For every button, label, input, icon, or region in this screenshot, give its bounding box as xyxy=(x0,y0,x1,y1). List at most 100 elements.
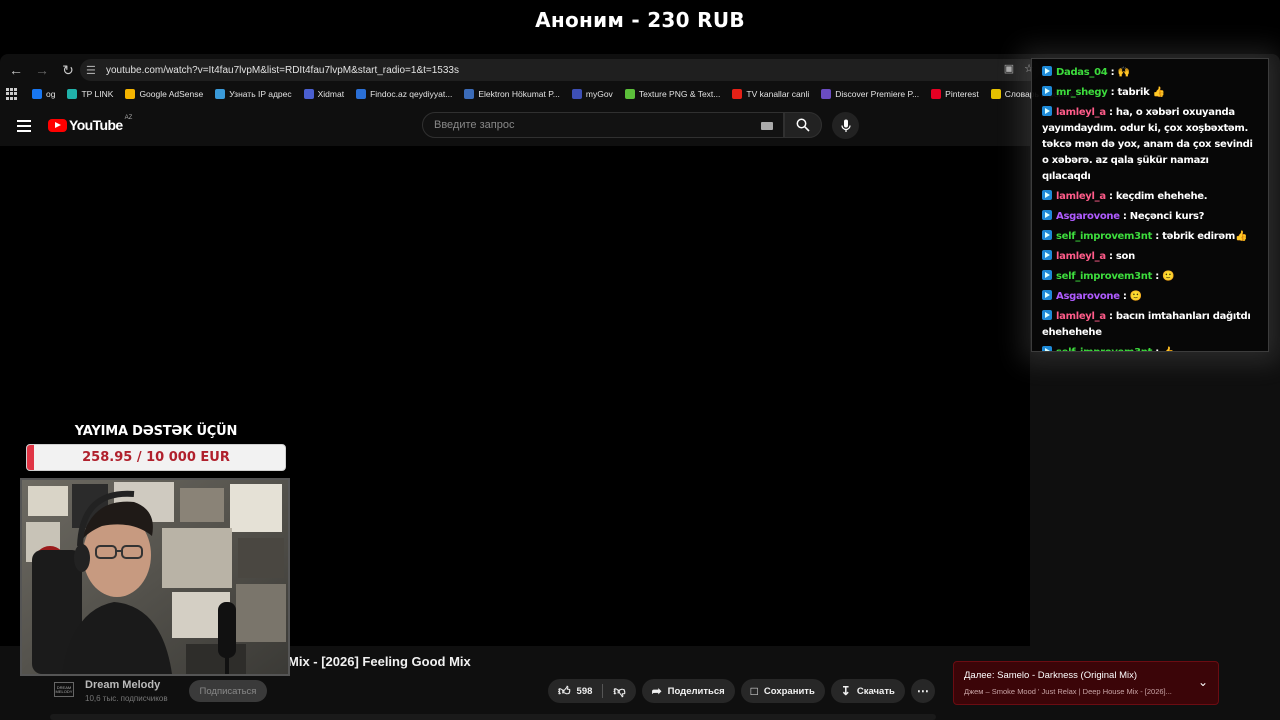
platform-badge-icon xyxy=(1042,210,1052,220)
country-code: AZ xyxy=(124,115,133,121)
bookmark-label: Xidmat xyxy=(317,89,345,99)
platform-badge-icon xyxy=(1042,106,1052,116)
bookmark-item[interactable]: Discover Premiere P... xyxy=(821,89,919,99)
bookmark-label: Узнать IP адрес xyxy=(229,89,292,99)
bookmark-favicon-icon xyxy=(464,89,475,99)
chat-message: Asgarovone : 🙂 xyxy=(1042,289,1258,305)
chat-message: lamleyl_a : son xyxy=(1042,249,1258,265)
chat-username: Asgarovone xyxy=(1056,211,1120,222)
bookmark-favicon-icon xyxy=(125,89,136,99)
save-button[interactable]: □ Сохранить xyxy=(740,679,825,703)
bookmark-item[interactable]: Google AdSense xyxy=(125,89,203,99)
site-info-icon[interactable]: ☰ xyxy=(86,64,104,77)
chat-text: ha, o xəbəri oxuyanda yayımdaydım. odur … xyxy=(1042,107,1253,182)
chat-username: mr_shegy xyxy=(1056,87,1108,98)
platform-badge-icon xyxy=(1042,346,1052,351)
bookmark-item[interactable]: TV kanallar canli xyxy=(732,89,809,99)
bookmark-label: myGov xyxy=(585,89,613,99)
bookmark-favicon-icon xyxy=(356,89,367,99)
bookmark-label: TV kanallar canli xyxy=(746,89,810,99)
bookmark-item[interactable]: Xidmat xyxy=(303,89,345,99)
platform-badge-icon xyxy=(1042,230,1052,240)
youtube-wordmark: YouTube xyxy=(69,117,123,133)
video-actions: 👍︎ 598 👎︎ ➦ Поделиться □ Сохранить ↧ Ска… xyxy=(548,679,935,703)
chat-text: Neçənci kurs? xyxy=(1129,211,1205,222)
apps-grid-icon[interactable] xyxy=(6,88,18,100)
forward-icon[interactable]: → xyxy=(30,59,54,81)
dislike-button[interactable]: 👎︎ xyxy=(603,679,635,703)
donation-alert: Аноним - 230 RUB xyxy=(535,8,745,32)
stream-chat-overlay: Dadas_04 : 🙌 mr_shegy : tabrik 👍 lamleyl_a… xyxy=(1031,58,1269,352)
url-field[interactable]: ☰ youtube.com/watch?v=It4fau7lvpM&list=R… xyxy=(80,59,1040,81)
bookmark-item[interactable]: og xyxy=(32,89,55,99)
chat-username: self_improvem3nt xyxy=(1056,271,1153,282)
chat-text: təbrik edirəm👍 xyxy=(1162,231,1248,242)
bookmark-item[interactable]: myGov xyxy=(571,89,613,99)
donation-goal-title: YAYIMA DƏSTƏK ÜÇÜN xyxy=(74,424,238,439)
bookmark-favicon-icon xyxy=(215,89,226,99)
chat-text: keçdim ehehehe. xyxy=(1115,191,1208,202)
chat-message: mr_shegy : tabrik 👍 xyxy=(1042,85,1258,101)
channel-avatar[interactable]: DREAM MELODY xyxy=(54,682,74,697)
bookmark-label: Discover Premiere P... xyxy=(835,89,920,99)
chat-message: self_improvem3nt : 🙂 xyxy=(1042,269,1258,285)
chevron-down-icon[interactable]: ⌄ xyxy=(1198,675,1208,689)
like-button[interactable]: 👍︎ 598 xyxy=(548,679,602,703)
url-text: youtube.com/watch?v=It4fau7lvpM&list=RDI… xyxy=(106,64,459,76)
share-button[interactable]: ➦ Поделиться xyxy=(641,679,735,703)
chat-message: lamleyl_a : keçdim ehehehe. xyxy=(1042,189,1258,205)
webcam-image xyxy=(22,480,288,674)
bookmark-item[interactable]: TP LINK xyxy=(67,89,113,99)
more-actions-button[interactable]: ⋯ xyxy=(910,679,935,703)
video-title: Mix - [2026] Feeling Good Mix xyxy=(288,654,471,669)
webcam-overlay xyxy=(20,478,290,676)
bookmark-item[interactable]: Узнать IP адрес xyxy=(215,89,292,99)
platform-badge-icon xyxy=(1042,86,1052,96)
back-icon[interactable]: ← xyxy=(4,59,28,81)
thumbs-up-icon: 👍︎ xyxy=(558,683,571,698)
platform-badge-icon xyxy=(1042,310,1052,320)
bookmark-label: Texture PNG & Text... xyxy=(638,89,721,99)
bookmark-item[interactable]: Findoc.az qeydiyyat... xyxy=(356,89,452,99)
reload-icon[interactable]: ↻ xyxy=(56,59,80,81)
chat-username: lamleyl_a xyxy=(1056,311,1106,322)
channel-name[interactable]: Dream Melody xyxy=(85,679,160,691)
chat-username: self_improvem3nt xyxy=(1056,347,1152,351)
search-button[interactable] xyxy=(784,112,822,138)
share-icon: ➦ xyxy=(651,684,662,698)
menu-icon[interactable] xyxy=(17,120,31,132)
bookmark-favicon-icon xyxy=(732,89,743,99)
youtube-logo[interactable]: YouTube AZ xyxy=(48,115,133,133)
chat-username: lamleyl_a xyxy=(1056,107,1106,118)
cast-icon[interactable]: ▣ xyxy=(1004,62,1014,75)
download-icon: ↧ xyxy=(840,684,851,698)
chat-username: Dadas_04 xyxy=(1056,67,1108,78)
bookmark-label: Elektron Hökumat P... xyxy=(478,89,560,99)
like-count: 598 xyxy=(576,685,593,697)
keyboard-icon[interactable] xyxy=(761,122,773,130)
youtube-play-icon xyxy=(48,118,67,132)
platform-badge-icon xyxy=(1042,250,1052,260)
download-button[interactable]: ↧ Скачать xyxy=(830,679,905,703)
bookmark-icon: □ xyxy=(750,684,758,698)
bookmark-item[interactable]: Texture PNG & Text... xyxy=(624,89,721,99)
bookmark-favicon-icon xyxy=(32,89,42,99)
up-next-title-row: Далее: Samelo - Darkness (Original Mix) xyxy=(964,670,1137,681)
subscribe-button[interactable]: Подписаться xyxy=(189,680,267,702)
chat-username: Asgarovone xyxy=(1056,291,1120,302)
platform-badge-icon xyxy=(1042,270,1052,280)
chat-message: self_improvem3nt : 👍 xyxy=(1042,345,1258,351)
chat-text: 👍 xyxy=(1162,347,1174,351)
up-next-title: Samelo - Darkness (Original Mix) xyxy=(997,670,1138,681)
up-next-card[interactable]: Далее: Samelo - Darkness (Original Mix) … xyxy=(953,661,1219,705)
chat-message: lamleyl_a : ha, o xəbəri oxuyanda yayımd… xyxy=(1042,106,1253,182)
bookmark-label: og xyxy=(46,89,56,99)
search-input[interactable]: Введите запрос xyxy=(422,112,784,138)
voice-search-button[interactable] xyxy=(832,112,859,139)
bookmark-item[interactable]: Pinterest xyxy=(931,89,979,99)
next-section-edge xyxy=(50,714,936,720)
bookmark-label: Findoc.az qeydiyyat... xyxy=(370,89,453,99)
up-next-prefix: Далее: xyxy=(964,670,995,681)
bookmark-item[interactable]: Elektron Hökumat P... xyxy=(464,89,560,99)
chat-message: Asgarovone : Neçənci kurs? xyxy=(1042,209,1258,225)
